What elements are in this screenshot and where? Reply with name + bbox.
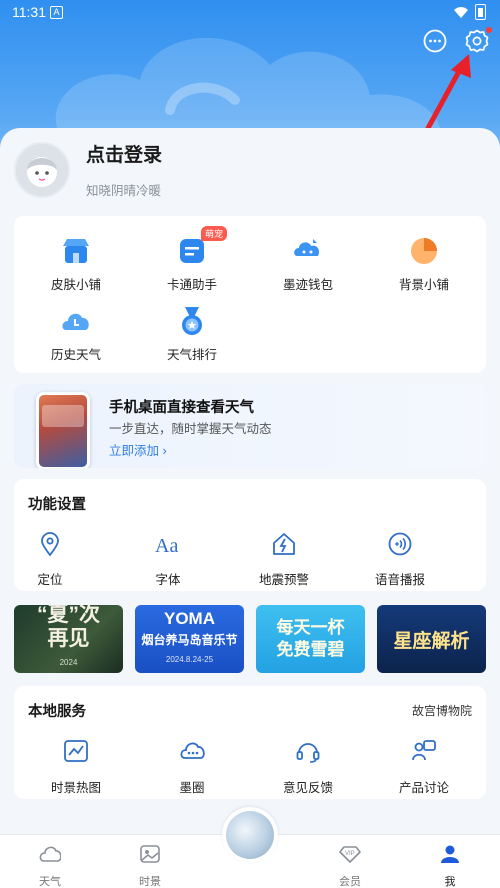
local-services-title: 本地服务	[28, 704, 86, 720]
phone-illustration	[36, 392, 90, 468]
banner-free-sprite[interactable]: 每天一杯 免费雪碧	[256, 605, 365, 673]
local-feedback[interactable]: 意见反馈	[268, 738, 348, 796]
avatar[interactable]	[14, 141, 70, 198]
earthquake-alert-icon	[273, 533, 295, 555]
local-product-discussion[interactable]: 产品讨论	[384, 738, 464, 796]
cloud-circle-icon	[180, 742, 205, 759]
history-weather-icon	[62, 313, 89, 330]
function-settings-card: 功能设置 定位 Aa 字体 地震预警 语音播报	[14, 479, 486, 591]
image-icon	[140, 845, 160, 863]
local-moji-circle[interactable]: 墨圈	[152, 738, 232, 796]
profile-subtitle: 知晓阴晴冷暖	[86, 184, 162, 198]
tab-scene[interactable]: 时景	[120, 844, 180, 888]
default-avatar-icon	[16, 143, 68, 196]
tab-member[interactable]: VIP 会员	[320, 844, 380, 888]
local-services-card: 本地服务 故宫博物院 时景热图 墨圈 意见反馈 产品讨论	[14, 686, 486, 799]
promo-subtitle: 一步直达，随时掌握天气动态	[109, 422, 272, 436]
new-badge: 萌宠	[201, 226, 228, 241]
local-services-location[interactable]: 故宫博物院	[412, 702, 472, 719]
service-skin-shop[interactable]: 皮肤小铺	[26, 234, 126, 293]
service-wallet[interactable]: 墨迹钱包	[258, 234, 358, 293]
tab-weather[interactable]: 天气	[20, 844, 80, 888]
function-settings-title: 功能设置	[28, 497, 86, 513]
font-icon: Aa	[155, 535, 178, 557]
status-bar: 11:31 A	[0, 0, 500, 24]
notification-dot	[486, 27, 492, 33]
promo-title: 手机桌面直接查看天气	[109, 400, 254, 416]
service-weather-ranking[interactable]: 天气排行	[142, 304, 242, 363]
function-location[interactable]: 定位	[10, 531, 90, 588]
banner-summer[interactable]: “夏”次 再见 2024	[14, 605, 123, 673]
shop-icon	[63, 239, 89, 263]
background-shop-icon	[411, 238, 437, 264]
wifi-icon	[454, 6, 468, 18]
voice-broadcast-icon	[388, 532, 412, 556]
person-icon	[441, 845, 459, 863]
ranking-medal-icon	[182, 307, 202, 335]
svg-text:VIP: VIP	[345, 851, 355, 857]
function-font[interactable]: Aa 字体	[128, 531, 208, 588]
services-card: 皮肤小铺 萌宠 卡通助手 墨迹钱包 背景小铺 历史天气 天气排行	[14, 216, 486, 373]
profile-header[interactable]: 点击登录 知晓阴晴冷暖	[14, 140, 162, 199]
status-time: 11:31	[12, 4, 46, 20]
battery-icon	[475, 4, 486, 20]
heatmap-icon	[64, 740, 88, 762]
banner-horoscope[interactable]: 星座解析	[377, 605, 486, 673]
widget-promo-banner[interactable]: 手机桌面直接查看天气 一步直达，随时掌握天气动态 立即添加 ›	[14, 384, 486, 468]
tab-me[interactable]: 我	[420, 844, 480, 888]
app-notification-icon: A	[50, 5, 63, 19]
scene-thumbnail	[226, 811, 274, 859]
svg-text:Aa: Aa	[155, 535, 178, 557]
discussion-icon	[412, 740, 436, 761]
promo-add-link[interactable]: 立即添加 ›	[109, 440, 167, 459]
function-voice-broadcast[interactable]: 语音播报	[360, 531, 440, 588]
location-pin-icon	[41, 532, 59, 557]
service-background-shop[interactable]: 背景小铺	[374, 234, 474, 293]
headset-icon	[296, 743, 320, 763]
login-link[interactable]: 点击登录	[86, 140, 162, 167]
center-scene-button[interactable]	[222, 807, 278, 863]
vip-diamond-icon: VIP	[339, 846, 361, 863]
function-earthquake-alert[interactable]: 地震预警	[244, 531, 324, 588]
local-heatmap[interactable]: 时景热图	[36, 738, 116, 796]
banner-music-festival[interactable]: YOMA 烟台养马岛音乐节 2024.8.24-25	[135, 605, 244, 673]
activity-banners: “夏”次 再见 2024 YOMA 烟台养马岛音乐节 2024.8.24-25 每天一杯…	[14, 605, 486, 673]
service-history-weather[interactable]: 历史天气	[26, 304, 126, 363]
cloud-icon	[39, 846, 62, 862]
service-cartoon-assistant[interactable]: 萌宠 卡通助手	[142, 226, 242, 293]
wallet-icon	[294, 239, 320, 256]
